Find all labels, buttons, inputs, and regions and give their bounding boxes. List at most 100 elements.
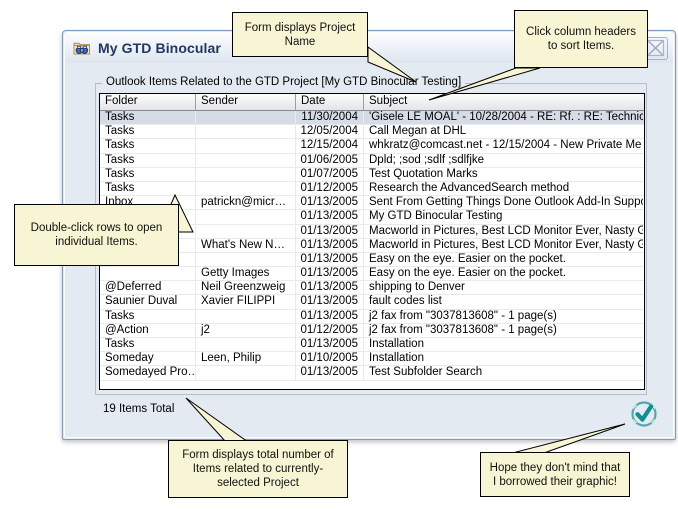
cell-date: 01/12/2005 xyxy=(296,323,364,337)
table-row[interactable]: @Deferred Neil Greenzweig 01/13/2005 shippi… xyxy=(100,281,644,296)
column-header-sender[interactable]: Sender xyxy=(196,94,296,110)
cell-folder: @Deferred xyxy=(100,281,196,295)
table-row[interactable]: Tasks 01/07/2005 Test Quotation Marks xyxy=(100,167,644,182)
cell-date: 01/13/2005 xyxy=(296,309,364,323)
table-row[interactable]: Tasks 01/06/2005 Dpld; ;sod ;sdlf ;sdlfjke xyxy=(100,153,644,168)
cell-folder: Tasks xyxy=(100,181,196,196)
cell-sender xyxy=(196,366,296,380)
cell-folder: Tasks xyxy=(100,139,196,153)
items-grid[interactable]: Folder Sender Date Subject Tasks 11/30/20… xyxy=(99,93,645,390)
table-row[interactable]: @Action j2 01/12/2005 j2 fax from "30378136… xyxy=(100,323,644,338)
cell-sender xyxy=(196,224,296,238)
cell-folder: Tasks xyxy=(100,153,196,167)
cell-folder: Tasks xyxy=(100,125,196,139)
table-row[interactable]: Tasks 12/05/2004 Call Megan at DHL xyxy=(100,125,644,140)
cell-date: 01/13/2005 xyxy=(296,281,364,295)
cell-subject: Call Megan at DHL xyxy=(369,125,467,138)
table-row[interactable]: Somedayed Pro… 01/13/2005 Test Subfolder S… xyxy=(100,366,644,381)
table-row[interactable]: Tasks 01/13/2005 Installation xyxy=(100,338,644,353)
cell-date: 01/13/2005 xyxy=(296,252,364,267)
cell-sender: Leen, Philip xyxy=(196,352,296,366)
cell-subject: j2 fax from "3037813608" - 1 page(s) xyxy=(369,309,557,322)
table-row[interactable]: Getty Images 01/13/2005 Easy on the eye. E… xyxy=(100,267,644,282)
cell-sender: patrickn@micr… xyxy=(196,196,296,210)
cell-date: 01/13/2005 xyxy=(296,224,364,238)
cell-subject: Installation xyxy=(369,352,424,365)
table-row[interactable]: Inbox patrickn@micr… 01/13/2005 Sent From G… xyxy=(100,196,644,211)
cell-sender xyxy=(196,153,296,167)
callout-double-click: Double-click rows to open individual Ite… xyxy=(14,204,179,266)
cell-sender xyxy=(196,210,296,224)
cell-folder xyxy=(100,267,196,281)
cell-subject: Macworld in Pictures, Best LCD Monitor E… xyxy=(369,238,643,251)
table-row[interactable]: Tasks 11/30/2004 'Gisele LE MOAL' - 10/28/… xyxy=(100,111,644,126)
callout-project-name-text: Form displays Project Name xyxy=(244,21,356,48)
cell-subject: Sent From Getting Things Done Outlook Ad… xyxy=(369,196,643,209)
cell-sender: j2 xyxy=(196,323,296,337)
cell-date: 12/05/2004 xyxy=(296,125,364,139)
table-row[interactable]: 01/13/2005 Easy on the eye. Easier on the… xyxy=(100,252,644,268)
cell-sender xyxy=(196,181,296,196)
cell-subject: Easy on the eye. Easier on the pocket. xyxy=(369,267,566,280)
cell-sender: What's New N… xyxy=(196,238,296,252)
callout-total-items: Form displays total number of Items rela… xyxy=(168,440,348,498)
cell-date: 01/12/2005 xyxy=(296,181,364,196)
cell-subject: 'Gisele LE MOAL' - 10/28/2004 - RE: Rf. … xyxy=(369,111,643,123)
cell-folder: Tasks xyxy=(100,338,196,352)
column-header-subject[interactable]: Subject xyxy=(364,94,643,110)
table-row[interactable]: Saunier Duval Xavier FILIPPI 01/13/2005 fau… xyxy=(100,295,644,310)
table-row[interactable]: What's New N… 01/13/2005 Macworld in Pictu… xyxy=(100,238,644,253)
cell-folder: Tasks xyxy=(100,309,196,323)
cell-folder: Tasks xyxy=(100,167,196,181)
cell-sender xyxy=(196,167,296,181)
screenshot-root: My GTD Binocular Outlook Items Related t… xyxy=(0,0,678,509)
cell-subject: Dpld; ;sod ;sdlf ;sdlfjke xyxy=(369,153,485,166)
cell-sender xyxy=(196,139,296,153)
cell-folder: Tasks xyxy=(100,111,196,125)
table-row[interactable]: 01/13/2005 Macworld in Pictures, Best LCD… xyxy=(100,224,644,239)
cell-subject: whkratz@comcast.net - 12/15/2004 - New P… xyxy=(369,139,643,152)
cell-subject: Macworld in Pictures, Best LCD Monitor E… xyxy=(369,224,643,237)
table-row[interactable]: Tasks 01/12/2005 Research the AdvancedSear… xyxy=(100,181,644,197)
cell-folder: @Action xyxy=(100,323,196,337)
callout-sort-items: Click column headers to sort Items. xyxy=(514,10,648,68)
column-header-date[interactable]: Date xyxy=(296,94,364,110)
folder-binocular-icon xyxy=(73,40,91,56)
cell-subject: fault codes list xyxy=(369,295,442,308)
table-row[interactable]: 01/13/2005 My GTD Binocular Testing xyxy=(100,210,644,225)
table-row[interactable]: Tasks 01/13/2005 j2 fax from "3037813608" … xyxy=(100,309,644,324)
cell-date: 01/13/2005 xyxy=(296,210,364,224)
cell-date: 01/13/2005 xyxy=(296,338,364,352)
cell-subject: j2 fax from "3037813608" - 1 page(s) xyxy=(369,323,557,336)
cell-subject: shipping to Denver xyxy=(369,281,465,294)
cell-sender xyxy=(196,111,296,125)
grid-body[interactable]: Tasks 11/30/2004 'Gisele LE MOAL' - 10/28/… xyxy=(100,111,644,381)
cell-date: 01/13/2005 xyxy=(296,267,364,281)
cell-subject: Test Subfolder Search xyxy=(369,366,483,379)
callout-total-items-text: Form displays total number of Items rela… xyxy=(182,449,334,489)
table-row[interactable]: Tasks 12/15/2004 whkratz@comcast.net - 12/… xyxy=(100,139,644,154)
cell-sender xyxy=(196,338,296,352)
cell-subject: My GTD Binocular Testing xyxy=(369,210,503,223)
callout-double-click-text: Double-click rows to open individual Ite… xyxy=(30,222,163,248)
grid-header-row[interactable]: Folder Sender Date Subject xyxy=(100,94,644,111)
cell-folder: Somedayed Pro… xyxy=(100,366,196,380)
table-row[interactable]: Someday Leen, Philip 01/10/2005 Installatio… xyxy=(100,352,644,367)
cell-date: 01/13/2005 xyxy=(296,295,364,309)
cell-sender: Getty Images xyxy=(196,267,296,281)
cell-subject: Research the AdvancedSearch method xyxy=(369,181,570,194)
column-header-folder[interactable]: Folder xyxy=(100,94,196,110)
cell-sender xyxy=(196,309,296,323)
status-total-items: 19 Items Total xyxy=(103,403,175,415)
cell-sender: Neil Greenzweig xyxy=(196,281,296,295)
cell-date: 01/13/2005 xyxy=(296,238,364,252)
cell-date: 01/07/2005 xyxy=(296,167,364,181)
cell-date: 01/13/2005 xyxy=(296,366,364,380)
cell-date: 01/13/2005 xyxy=(296,196,364,210)
cell-subject: Easy on the eye. Easier on the pocket. xyxy=(369,252,566,265)
cell-folder: Saunier Duval xyxy=(100,295,196,309)
cell-subject: Installation xyxy=(369,338,424,350)
cell-subject: Test Quotation Marks xyxy=(369,167,478,180)
items-groupbox-label: Outlook Items Related to the GTD Project… xyxy=(102,76,466,88)
cell-sender: Xavier FILIPPI xyxy=(196,295,296,309)
